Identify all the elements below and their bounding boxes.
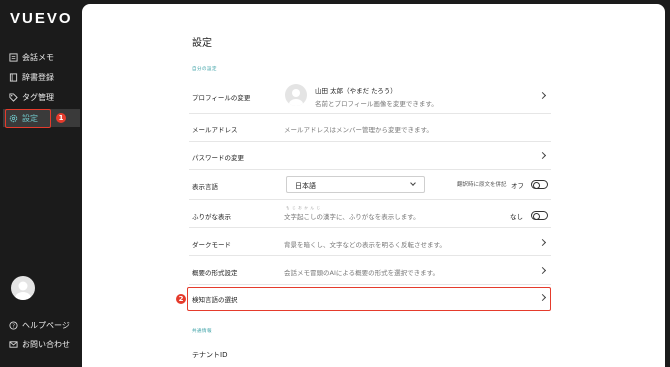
row-label: パスワードの変更	[192, 154, 244, 162]
tag-icon	[8, 92, 18, 102]
sidebar-item-memo[interactable]: 会話メモ	[8, 49, 54, 65]
section-label-personal: 自分の設定	[192, 67, 217, 72]
row-description: メールアドレスはメンバー管理から変更できます。	[284, 126, 433, 134]
sidebar-item-dictionary[interactable]: 辞書登録	[8, 69, 54, 85]
svg-text:?: ?	[12, 323, 15, 329]
row-label: プロフィールの変更	[192, 94, 251, 102]
profile-name: 山田 太郎（やまだ たろう）	[315, 87, 397, 95]
furigana-state: なし	[510, 213, 523, 221]
sidebar-item-label: お問い合わせ	[22, 339, 70, 349]
row-description: 会話メモ冒頭のAIによる概要の形式を選択できます。	[284, 269, 440, 277]
row-label: ダークモード	[192, 241, 231, 249]
chevron-right-icon	[538, 151, 547, 160]
step-badge-1: 1	[56, 113, 66, 123]
book-icon	[8, 72, 18, 82]
sidebar: VUEVO 会話メモ 辞書登録 タグ管理 設定 1 ? ヘルプページ お問い合わ…	[0, 0, 82, 367]
row-password[interactable]: パスワードの変更	[189, 142, 551, 170]
row-darkmode[interactable]: ダークモード 背景を暗くし、文字などの表示を明るく反転させます。	[189, 228, 551, 256]
sidebar-item-label: 辞書登録	[22, 72, 54, 82]
sidebar-item-help[interactable]: ? ヘルプページ	[8, 317, 70, 333]
page-title: 設定	[192, 38, 212, 49]
sidebar-item-label: 会話メモ	[22, 52, 54, 62]
row-label: 概要の形式設定	[192, 269, 238, 277]
sidebar-item-contact[interactable]: お問い合わせ	[8, 336, 70, 352]
avatar[interactable]	[11, 276, 35, 300]
row-label: 表示言語	[192, 183, 218, 191]
chevron-right-icon	[538, 91, 547, 100]
sidebar-item-label: タグ管理	[22, 92, 54, 102]
row-email: メールアドレス メールアドレスはメンバー管理から変更できます。	[189, 114, 551, 142]
display-language-select[interactable]: 日本語	[286, 176, 425, 193]
row-description: 文字起こしの漢字に、ふりがなを表示します。	[284, 213, 420, 221]
mail-icon	[8, 339, 18, 349]
row-label: テナントID	[192, 351, 228, 359]
row-description: 名前とプロフィール画像を変更できます。	[315, 100, 438, 108]
translation-toggle-state: オフ	[511, 182, 524, 190]
sidebar-item-tags[interactable]: タグ管理	[8, 89, 54, 105]
sidebar-item-label: ヘルプページ	[22, 320, 70, 330]
translation-toggle-label: 翻訳時に原文を併記	[457, 182, 507, 188]
chevron-right-icon	[538, 238, 547, 247]
highlight-frame-settings	[5, 109, 51, 128]
furigana-toggle[interactable]	[531, 211, 548, 220]
row-furigana: ふりがな表示 もじおかんじ 文字起こしの漢字に、ふりがなを表示します。 なし	[189, 200, 551, 228]
help-icon: ?	[8, 320, 18, 330]
memo-icon	[8, 52, 18, 62]
row-label: ふりがな表示	[192, 213, 231, 221]
profile-avatar	[285, 84, 307, 106]
chevron-down-icon	[410, 180, 416, 186]
translation-toggle[interactable]	[531, 180, 548, 189]
app-logo: VUEVO	[10, 10, 73, 27]
row-profile[interactable]: プロフィールの変更 山田 太郎（やまだ たろう） 名前とプロフィール画像を変更で…	[189, 78, 551, 114]
section-label-common: 共通情報	[192, 329, 212, 334]
row-description: 背景を暗くし、文字などの表示を明るく反転させます。	[284, 241, 446, 249]
highlight-frame-detect-language	[187, 287, 551, 311]
row-tenant-id: テナントID	[189, 342, 551, 367]
chevron-right-icon	[538, 266, 547, 275]
display-language-value: 日本語	[295, 182, 316, 190]
row-summary-format[interactable]: 概要の形式設定 会話メモ冒頭のAIによる概要の形式を選択できます。	[189, 256, 551, 285]
step-badge-2: 2	[176, 294, 186, 304]
row-label: メールアドレス	[192, 126, 238, 134]
